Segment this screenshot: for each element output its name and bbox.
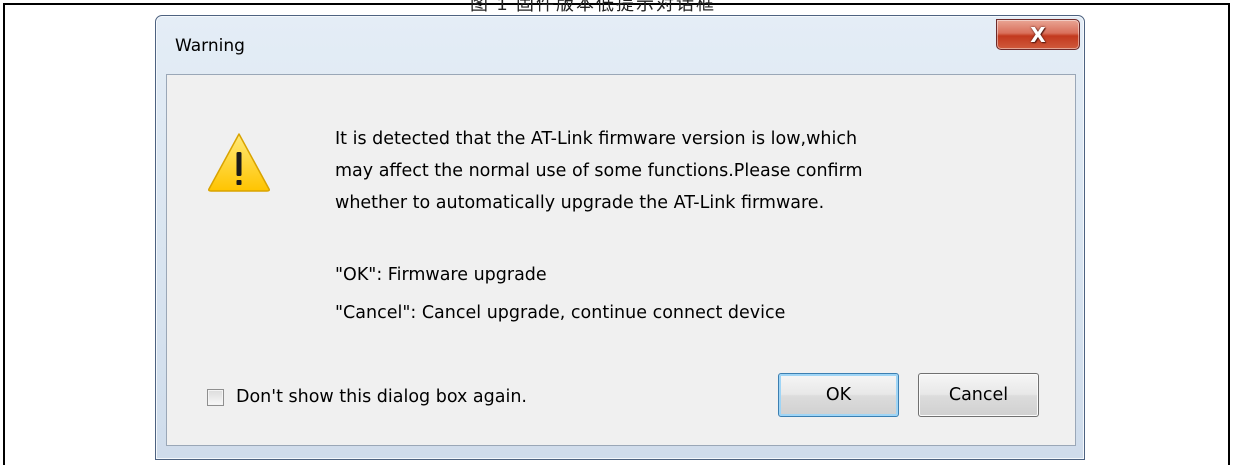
cancel-button[interactable]: Cancel: [918, 373, 1039, 417]
title-bar[interactable]: Warning X: [156, 16, 1084, 74]
dont-show-again-row[interactable]: Don't show this dialog box again.: [207, 387, 527, 407]
cancel-option-description: "Cancel": Cancel upgrade, continue conne…: [335, 303, 786, 323]
close-button[interactable]: X: [996, 19, 1080, 50]
dont-show-again-label[interactable]: Don't show this dialog box again.: [236, 387, 527, 407]
warning-dialog-window: Warning X It is detected that the AT-Lin…: [155, 15, 1085, 460]
dont-show-again-checkbox[interactable]: [207, 388, 224, 406]
message-line: whether to automatically upgrade the AT-…: [335, 193, 825, 213]
ok-button[interactable]: OK: [778, 373, 899, 417]
warning-icon: [208, 133, 270, 192]
warning-message: It is detected that the AT-Link firmware…: [335, 123, 1055, 219]
dialog-body: It is detected that the AT-Link firmware…: [166, 74, 1076, 446]
message-line: may affect the normal use of some functi…: [335, 161, 863, 181]
figure-caption: 图 1 固件版本低提示对话框: [470, 0, 717, 14]
close-icon: X: [1030, 22, 1046, 47]
ok-option-description: "OK": Firmware upgrade: [335, 265, 547, 285]
window-title: Warning: [175, 36, 245, 56]
message-line: It is detected that the AT-Link firmware…: [335, 129, 858, 149]
